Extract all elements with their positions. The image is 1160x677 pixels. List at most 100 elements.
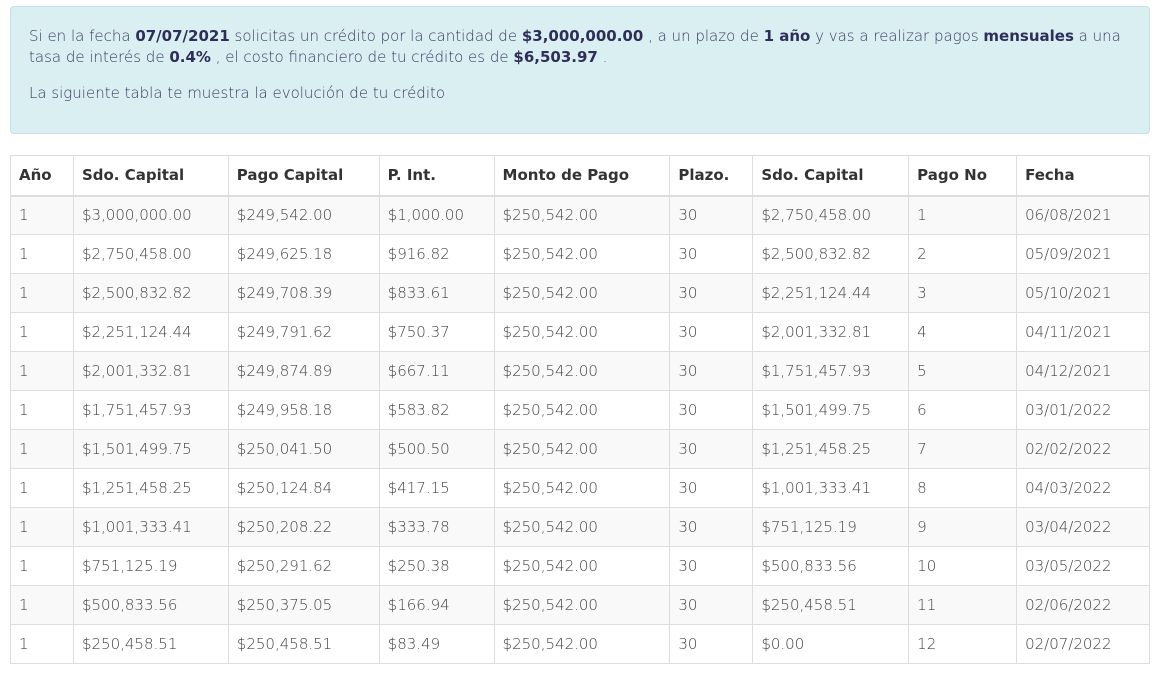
table-cell: $2,750,458.00 [752,195,910,235]
summary-cost: $6,503.97 [513,48,598,66]
table-cell: $250,208.22 [227,507,380,547]
table-cell: 4 [908,312,1018,352]
table-cell: $500,833.56 [72,585,229,625]
table-row: 1 $2,750,458.00 $249,625.18 $916.82 $250,542… [10,234,1150,274]
table-cell: 04/12/2021 [1016,351,1150,391]
credit-summary-alert: Si en la fecha 07/07/2021 solicitas un c… [10,6,1150,134]
table-cell: $250,041.50 [227,429,380,469]
table-cell: $1,751,457.93 [72,390,229,430]
table-cell: $249,708.39 [227,273,380,313]
table-cell: $250,458.51 [227,624,380,664]
table-cell: 03/04/2022 [1016,507,1150,547]
table-cell: $250,542.00 [493,624,671,664]
table-cell: 02/06/2022 [1016,585,1150,625]
table-cell: $500,833.56 [752,546,910,586]
table-cell: $1,001,333.41 [752,468,910,508]
column-header: Pago No [908,155,1018,197]
table-row: 1 $751,125.19 $250,291.62 $250.38 $250,542.0… [10,546,1150,586]
table-cell: $1,501,499.75 [72,429,229,469]
table-cell: $751,125.19 [72,546,229,586]
table-cell: $250,542.00 [493,546,671,586]
table-cell: 05/10/2021 [1016,273,1150,313]
table-cell: 30 [669,507,754,547]
table-cell: $250,291.62 [227,546,380,586]
table-cell: $1,000.00 [378,195,495,235]
table-cell: 03/01/2022 [1016,390,1150,430]
table-cell: $1,501,499.75 [752,390,910,430]
table-row: 1 $1,001,333.41 $250,208.22 $333.78 $250,542… [10,507,1150,547]
table-cell: $250,542.00 [493,585,671,625]
table-cell: $751,125.19 [752,507,910,547]
table-cell: $250,542.00 [493,273,671,313]
table-cell: 6 [908,390,1018,430]
table-cell: $250,458.51 [752,585,910,625]
column-header: Fecha [1016,155,1150,197]
table-cell: 30 [669,429,754,469]
table-cell: 30 [669,195,754,235]
table-cell: 02/07/2022 [1016,624,1150,664]
table-cell: $2,500,832.82 [752,234,910,274]
column-header: Pago Capital [227,155,380,197]
summary-text-part: , a un plazo de [643,27,764,45]
table-cell: $2,500,832.82 [72,273,229,313]
table-cell: 30 [669,234,754,274]
table-cell: 06/08/2021 [1016,195,1150,235]
table-row: 1 $1,501,499.75 $250,041.50 $500.50 $250,542… [10,429,1150,469]
table-cell: 03/05/2022 [1016,546,1150,586]
table-cell: 12 [908,624,1018,664]
table-cell: 9 [908,507,1018,547]
table-cell: $166.94 [378,585,495,625]
table-cell: $250.38 [378,546,495,586]
table-cell: $3,000,000.00 [72,195,229,235]
summary-subtitle: La siguiente tabla te muestra la evoluci… [29,84,446,102]
table-cell: $83.49 [378,624,495,664]
table-cell: 30 [669,273,754,313]
table-cell: $250,542.00 [493,351,671,391]
table-cell: $250,458.51 [72,624,229,664]
table-cell: 1 [10,390,74,430]
table-cell: $2,251,124.44 [752,273,910,313]
table-cell: $250,542.00 [493,429,671,469]
column-header: Monto de Pago [493,155,671,197]
table-cell: $2,001,332.81 [72,351,229,391]
summary-frequency: mensuales [983,27,1074,45]
table-cell: 1 [10,585,74,625]
table-cell: 1 [10,507,74,547]
summary-date: 07/07/2021 [135,27,230,45]
table-cell: $1,251,458.25 [752,429,910,469]
table-cell: $249,874.89 [227,351,380,391]
table-cell: 1 [10,429,74,469]
table-row: 1 $2,500,832.82 $249,708.39 $833.61 $250,542… [10,273,1150,313]
table-row: 1 $2,001,332.81 $249,874.89 $667.11 $250,542… [10,351,1150,391]
table-cell: $0.00 [752,624,910,664]
table-cell: 1 [10,468,74,508]
table-cell: 30 [669,585,754,625]
table-cell: 1 [10,624,74,664]
table-cell: $500.50 [378,429,495,469]
table-cell: $250,542.00 [493,312,671,352]
table-cell: 5 [908,351,1018,391]
table-row: 1 $2,251,124.44 $249,791.62 $750.37 $250,542… [10,312,1150,352]
table-cell: $250,542.00 [493,234,671,274]
table-cell: $916.82 [378,234,495,274]
amortization-table: Año Sdo. Capital Pago Capital P. Int. Monto … [10,155,1150,664]
table-cell: 1 [10,312,74,352]
table-cell: 05/09/2021 [1016,234,1150,274]
table-cell: $250,542.00 [493,195,671,235]
table-cell: 8 [908,468,1018,508]
table-cell: 1 [908,195,1018,235]
table-cell: 10 [908,546,1018,586]
table-cell: 30 [669,468,754,508]
table-row: 1 $500,833.56 $250,375.05 $166.94 $250,542.0… [10,585,1150,625]
table-cell: 3 [908,273,1018,313]
table-cell: $2,750,458.00 [72,234,229,274]
summary-text-part: y vas a realizar pagos [810,27,984,45]
table-cell: $750.37 [378,312,495,352]
summary-text-part: , el costo financiero de tu crédito es d… [210,48,514,66]
table-body: 1 $3,000,000.00 $249,542.00 $1,000.00 $250,5… [10,195,1150,664]
table-cell: 30 [669,390,754,430]
table-cell: $250,542.00 [493,390,671,430]
table-cell: 1 [10,273,74,313]
table-row: 1 $250,458.51 $250,458.51 $83.49 $250,542.00… [10,624,1150,664]
table-cell: 30 [669,312,754,352]
